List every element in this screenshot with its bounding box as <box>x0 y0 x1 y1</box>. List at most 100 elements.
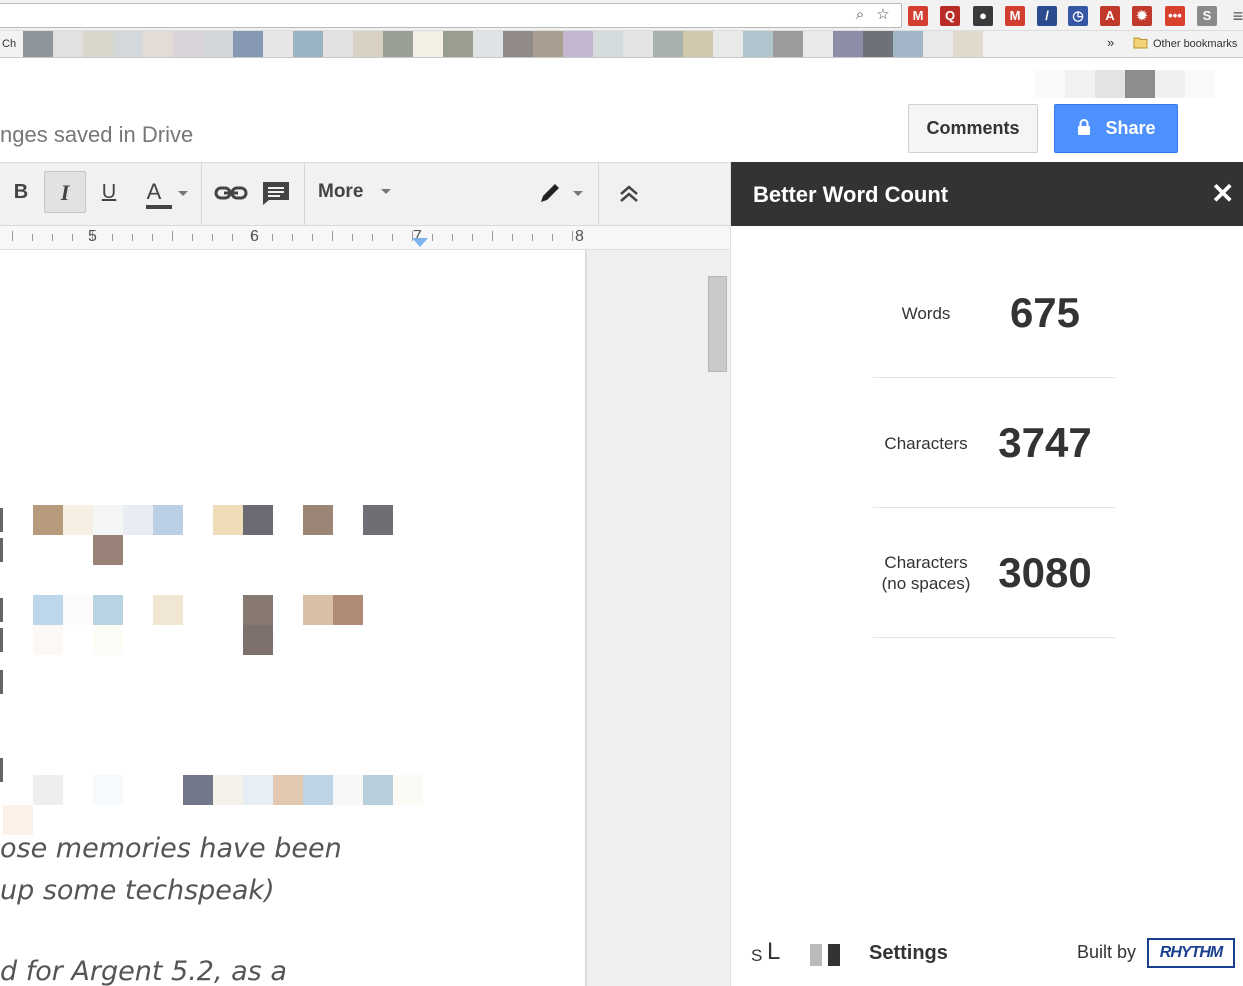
bookmark-favicon[interactable] <box>683 31 713 57</box>
comment-icon[interactable] <box>259 171 293 213</box>
document-page[interactable]: ose memories have been up some techspeak… <box>0 250 587 986</box>
redacted-text-block <box>363 775 393 805</box>
bookmark-label[interactable]: Ch <box>2 38 16 50</box>
s-extension-icon[interactable]: S <box>1197 6 1217 26</box>
pdf-icon[interactable]: A <box>1100 6 1120 26</box>
link-icon[interactable] <box>213 171 249 213</box>
bookmark-favicon[interactable] <box>383 31 413 57</box>
bookmark-favicon[interactable] <box>443 31 473 57</box>
bookmark-favicon[interactable] <box>623 31 653 57</box>
bookmark-favicon[interactable] <box>743 31 773 57</box>
bookmark-favicon[interactable] <box>143 31 173 57</box>
redacted-text-block <box>93 595 123 625</box>
redacted-text-block <box>273 775 303 805</box>
evernote-icon[interactable]: ● <box>973 6 993 26</box>
avatar <box>1155 70 1185 98</box>
more-button[interactable]: More <box>318 171 394 213</box>
ruler-tick <box>232 234 233 241</box>
bookmark-favicon[interactable] <box>863 31 893 57</box>
redacted-text-block <box>33 775 63 805</box>
bookmark-favicon[interactable] <box>563 31 593 57</box>
bookmark-favicon[interactable] <box>533 31 563 57</box>
rhythm-logo[interactable]: RHYTHM <box>1147 938 1235 968</box>
quora-icon[interactable]: Q <box>940 6 960 26</box>
bookmark-favicon[interactable] <box>263 31 293 57</box>
font-size-large-button[interactable]: L <box>767 938 780 966</box>
save-status: nges saved in Drive <box>0 122 194 147</box>
redacted-text-block <box>363 505 393 535</box>
bookmark-favicon[interactable] <box>803 31 833 57</box>
bookmark-favicon[interactable] <box>353 31 383 57</box>
address-bar[interactable]: ⌕ ☆ <box>0 3 902 28</box>
timer-icon[interactable]: ◷ <box>1068 6 1088 26</box>
ruler-number: 6 <box>250 228 259 245</box>
bookmark-favicon[interactable] <box>473 31 503 57</box>
bookmark-favicon[interactable] <box>833 31 863 57</box>
bug-icon[interactable]: ✹ <box>1132 6 1152 26</box>
bookmarks-overflow-chevron[interactable]: » <box>1107 35 1114 50</box>
bookmark-favicon[interactable] <box>893 31 923 57</box>
bookmark-favicon[interactable] <box>53 31 83 57</box>
stat-value: 3080 <box>998 549 1092 596</box>
bookmark-favicon[interactable] <box>113 31 143 57</box>
scrollbar-thumb[interactable] <box>708 276 727 372</box>
ruler-tick <box>372 234 373 241</box>
bookmark-favicon[interactable] <box>293 31 323 57</box>
bookmark-favicon[interactable] <box>83 31 113 57</box>
mail-checker-icon[interactable]: M <box>1005 6 1025 26</box>
bookmark-favicon[interactable] <box>503 31 533 57</box>
bookmark-favicon[interactable] <box>233 31 263 57</box>
ruler-tick <box>512 234 513 241</box>
light-theme-swatch[interactable] <box>810 944 822 966</box>
redacted-text-block <box>183 775 213 805</box>
settings-link[interactable]: Settings <box>869 942 948 965</box>
dark-theme-swatch[interactable] <box>828 944 840 966</box>
bold-button[interactable]: B <box>8 171 34 213</box>
bookmark-favicon[interactable] <box>953 31 983 57</box>
stat-row-characters: Characters 3747 <box>873 378 1115 508</box>
avatar <box>1095 70 1125 98</box>
comments-button[interactable]: Comments <box>908 104 1038 153</box>
redacted-text-block <box>333 595 363 625</box>
ruler-tick <box>492 231 493 241</box>
underline-button[interactable]: U <box>95 171 123 213</box>
pen-icon[interactable]: / <box>1037 6 1057 26</box>
close-icon[interactable]: ✕ <box>1211 178 1234 210</box>
todo-icon[interactable]: ••• <box>1165 6 1185 26</box>
bookmark-favicon[interactable] <box>23 31 53 57</box>
text-color-dropdown-icon[interactable] <box>176 171 190 213</box>
avatar <box>1185 70 1215 98</box>
collapse-toolbar-icon[interactable] <box>614 171 644 213</box>
redacted-text-block <box>63 505 93 535</box>
bookmark-favicon[interactable] <box>773 31 803 57</box>
bookmark-favicon[interactable] <box>923 31 953 57</box>
bookmark-favicon[interactable] <box>203 31 233 57</box>
other-bookmarks[interactable]: Other bookmarks <box>1153 38 1237 50</box>
redacted-text-block <box>3 805 33 835</box>
redacted-text-block <box>303 505 333 535</box>
editing-mode-button[interactable] <box>532 171 588 213</box>
gmail-icon[interactable]: M <box>908 6 928 26</box>
bookmark-favicon[interactable] <box>713 31 743 57</box>
clipped-text-fragment <box>0 598 6 622</box>
share-button[interactable]: Share <box>1054 104 1178 153</box>
text-color-button[interactable]: A <box>136 171 172 213</box>
redacted-text-block <box>243 595 273 625</box>
clipped-text-fragment <box>0 538 6 562</box>
bookmark-favicon[interactable] <box>413 31 443 57</box>
menu-icon[interactable]: ≡ <box>1228 6 1243 26</box>
zoom-icon[interactable]: ⌕ <box>851 6 869 24</box>
bookmark-favicon[interactable] <box>653 31 683 57</box>
indent-marker[interactable] <box>412 238 428 247</box>
ruler[interactable]: 5 6 7 8 <box>0 226 730 250</box>
bookmark-favicon[interactable] <box>323 31 353 57</box>
ruler-tick <box>572 231 573 241</box>
star-icon[interactable]: ☆ <box>874 6 892 24</box>
redacted-text-block <box>243 775 273 805</box>
bookmark-favicon[interactable] <box>593 31 623 57</box>
font-size-small-button[interactable]: S <box>751 946 762 966</box>
bookmark-favicon[interactable] <box>173 31 203 57</box>
toolbar-divider <box>304 163 305 225</box>
redacted-text-block <box>33 595 63 625</box>
italic-button[interactable]: I <box>44 171 86 213</box>
